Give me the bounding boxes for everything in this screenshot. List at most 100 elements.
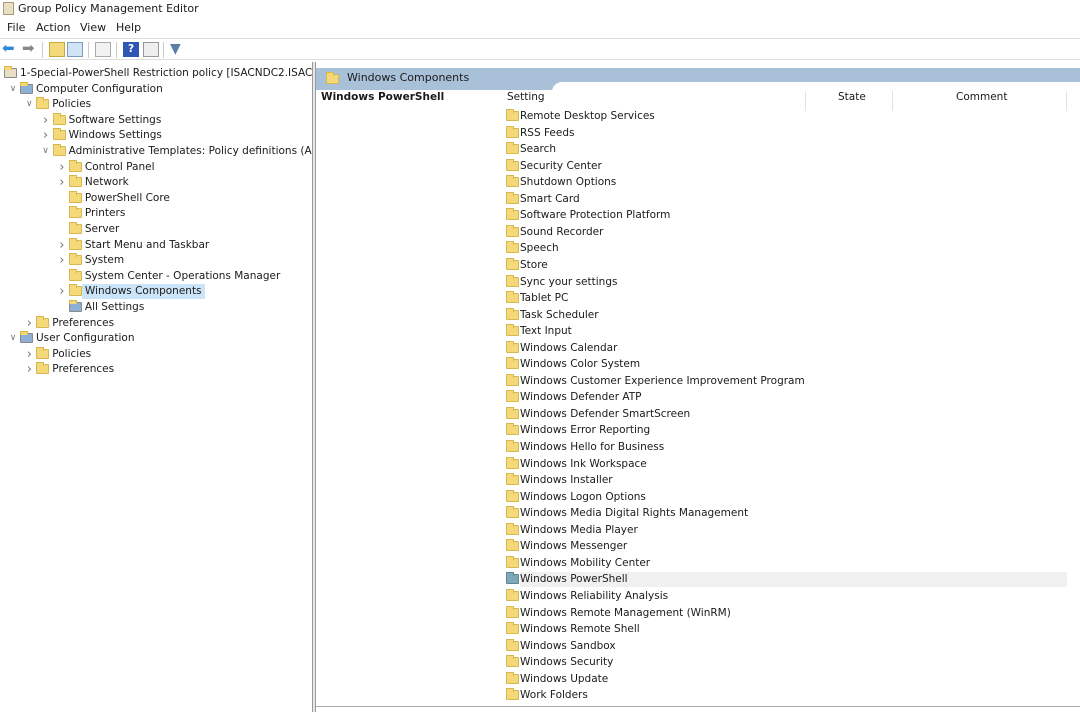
view-tabs[interactable]	[316, 706, 1080, 712]
show-action-pane-icon[interactable]	[143, 42, 159, 57]
setting-row[interactable]: Shutdown Options	[503, 175, 1067, 190]
show-hide-tree-icon[interactable]	[67, 42, 83, 57]
setting-row[interactable]: Windows Defender ATP	[503, 390, 1067, 405]
tree-item[interactable]: ∨ Computer Configuration	[0, 81, 312, 97]
folder-icon	[36, 346, 50, 359]
tree-item[interactable]: › Windows Settings	[0, 128, 312, 143]
column-state[interactable]: State	[838, 91, 866, 103]
setting-row[interactable]: Windows Media Digital Rights Management	[503, 506, 1067, 521]
setting-row[interactable]: Software Protection Platform	[503, 208, 1067, 223]
chevron-right-icon[interactable]: ›	[57, 284, 67, 299]
tree-item[interactable]: › Software Settings	[0, 112, 312, 128]
window-title: Group Policy Management Editor	[18, 2, 199, 15]
tree-item[interactable]: › Preferences	[0, 315, 312, 331]
tree-item[interactable]: › System	[0, 253, 312, 268]
tree-item[interactable]: Printers	[0, 206, 312, 221]
folder-icon	[36, 362, 50, 375]
setting-row[interactable]: Windows Defender SmartScreen	[503, 406, 1067, 422]
menu-help[interactable]: Help	[116, 21, 141, 34]
setting-row[interactable]: Windows Color System	[503, 357, 1067, 372]
tree-item[interactable]: Server	[0, 222, 312, 237]
setting-row[interactable]: Windows Mobility Center	[503, 555, 1067, 571]
chevron-down-icon[interactable]: ∨	[8, 82, 18, 97]
folder-icon	[506, 423, 519, 436]
setting-row[interactable]: Windows PowerShell	[503, 572, 1067, 588]
tree-item[interactable]: System Center - Operations Manager	[0, 268, 312, 284]
tree-item[interactable]: › Windows Components	[0, 284, 312, 300]
setting-row[interactable]: Task Scheduler	[503, 307, 1067, 323]
setting-row[interactable]: Windows Remote Shell	[503, 622, 1067, 637]
export-list-icon[interactable]	[95, 42, 111, 57]
column-setting[interactable]: Setting	[507, 91, 545, 103]
setting-row[interactable]: Windows Remote Management (WinRM)	[503, 605, 1067, 621]
chevron-right-icon[interactable]: ›	[41, 128, 51, 143]
column-comment[interactable]: Comment	[956, 91, 1007, 103]
setting-row[interactable]: Text Input	[503, 324, 1067, 339]
tree-item[interactable]: › Start Menu and Taskbar	[0, 237, 312, 253]
setting-row[interactable]: Remote Desktop Services	[503, 109, 1067, 124]
chevron-right-icon[interactable]: ›	[57, 253, 67, 268]
tree-item[interactable]: 1-Special-PowerShell Restriction policy …	[0, 66, 312, 81]
chevron-down-icon[interactable]: ∨	[41, 144, 51, 159]
details-pane: Windows Components Windows PowerShell Se…	[316, 62, 1080, 712]
menu-file[interactable]: File	[7, 21, 25, 34]
tree-item[interactable]: › Network	[0, 175, 312, 190]
tree-item-label: Policies	[52, 347, 92, 360]
setting-row[interactable]: Windows Messenger	[503, 539, 1067, 554]
tree-item[interactable]: › Policies	[0, 346, 312, 362]
tree-item[interactable]: › Control Panel	[0, 159, 312, 175]
setting-row[interactable]: Windows Media Player	[503, 522, 1067, 538]
folder-icon	[506, 291, 519, 304]
chevron-right-icon[interactable]: ›	[57, 160, 67, 175]
setting-row[interactable]: Smart Card	[503, 191, 1067, 207]
app-icon	[3, 2, 14, 15]
chevron-right-icon[interactable]: ›	[24, 316, 34, 331]
setting-row[interactable]: Windows Sandbox	[503, 638, 1067, 654]
tree-item[interactable]: ∨ Administrative Templates: Policy defini…	[0, 144, 312, 159]
setting-row[interactable]: Speech	[503, 241, 1067, 256]
tree-item[interactable]: ∨ User Configuration	[0, 331, 312, 346]
folder-icon	[506, 257, 519, 270]
setting-row[interactable]: Sync your settings	[503, 274, 1067, 290]
chevron-right-icon[interactable]: ›	[24, 362, 34, 377]
tree-item[interactable]: All Settings	[0, 300, 312, 315]
setting-row[interactable]: Work Folders	[503, 688, 1067, 703]
setting-row[interactable]: Windows Error Reporting	[503, 423, 1067, 438]
setting-row[interactable]: Windows Logon Options	[503, 489, 1067, 505]
setting-row[interactable]: Windows Hello for Business	[503, 440, 1067, 455]
setting-row[interactable]: Store	[503, 257, 1067, 273]
help-icon[interactable]: ?	[123, 42, 139, 57]
setting-row[interactable]: Windows Installer	[503, 473, 1067, 488]
setting-row[interactable]: Search	[503, 142, 1067, 157]
filter-icon[interactable]: ▼	[170, 42, 186, 57]
folder-icon	[68, 206, 82, 219]
folder-icon	[326, 72, 339, 84]
setting-row[interactable]: Windows Ink Workspace	[503, 456, 1067, 472]
chevron-down-icon[interactable]: ∨	[8, 331, 18, 346]
chevron-right-icon[interactable]: ›	[24, 347, 34, 362]
setting-row[interactable]: Security Center	[503, 158, 1067, 174]
setting-row[interactable]: Tablet PC	[503, 291, 1067, 306]
setting-row[interactable]: Windows Update	[503, 671, 1067, 687]
setting-row[interactable]: Windows Reliability Analysis	[503, 588, 1067, 604]
user-icon	[20, 331, 33, 344]
folder-icon	[52, 144, 66, 156]
tree-item[interactable]: PowerShell Core	[0, 190, 312, 206]
up-folder-icon[interactable]	[49, 42, 65, 57]
setting-row[interactable]: RSS Feeds	[503, 125, 1067, 141]
chevron-right-icon[interactable]: ›	[57, 238, 67, 253]
chevron-right-icon[interactable]: ›	[41, 113, 51, 128]
tree-item[interactable]: ∨ Policies	[0, 97, 312, 112]
back-icon[interactable]: ⬅	[2, 41, 18, 57]
folder-icon	[506, 307, 519, 320]
menu-action[interactable]: Action	[36, 21, 70, 34]
setting-row[interactable]: Windows Calendar	[503, 340, 1067, 356]
forward-icon[interactable]: ➡	[22, 41, 38, 57]
setting-row[interactable]: Sound Recorder	[503, 224, 1067, 240]
chevron-down-icon[interactable]: ∨	[24, 97, 34, 112]
tree-item[interactable]: › Preferences	[0, 362, 312, 377]
setting-row[interactable]: Windows Security	[503, 655, 1067, 670]
menu-view[interactable]: View	[80, 21, 106, 34]
setting-row[interactable]: Windows Customer Experience Improvement …	[503, 373, 1067, 389]
chevron-right-icon[interactable]: ›	[57, 175, 67, 190]
